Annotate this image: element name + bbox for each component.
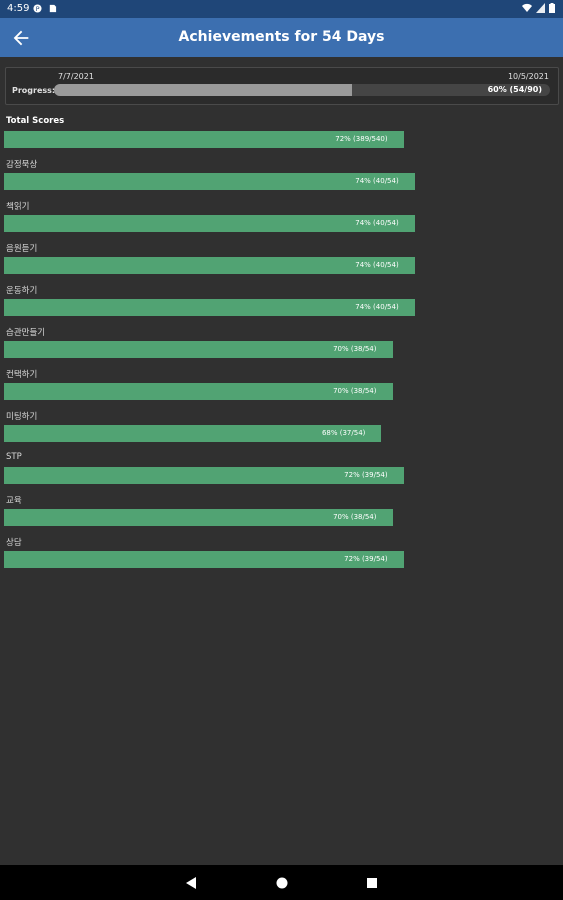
achievement-row: 책읽기 74% (40/54): [4, 200, 559, 242]
achievement-bar: 70% (38/54): [4, 383, 393, 400]
nav-back-icon[interactable]: [184, 876, 198, 890]
achievement-row: 음원듣기 74% (40/54): [4, 242, 559, 284]
achievement-row: 컨택하기 70% (38/54): [4, 368, 559, 410]
start-date: 7/7/2021: [58, 72, 94, 81]
nav-recents-icon[interactable]: [365, 876, 379, 890]
achievement-row: Total Scores 72% (389/540): [4, 116, 559, 158]
signal-icon: [536, 3, 545, 13]
achievement-row: STP 72% (39/54): [4, 452, 559, 494]
achievement-label: Total Scores: [6, 116, 65, 126]
svg-text:P: P: [36, 6, 40, 13]
achievement-label: STP: [6, 452, 22, 462]
achievement-label: 음원듣기: [6, 244, 38, 254]
achievement-value: 74% (40/54): [355, 261, 399, 269]
achievement-value: 74% (40/54): [355, 177, 399, 185]
achievement-value: 70% (38/54): [333, 513, 377, 521]
status-bar: 4:59 P: [0, 0, 563, 18]
achievement-bar: 74% (40/54): [4, 257, 415, 274]
end-date: 10/5/2021: [507, 72, 549, 81]
achievement-label: 상담: [6, 538, 22, 548]
achievement-row: 교육 70% (38/54): [4, 494, 559, 536]
sd-card-icon: [49, 4, 57, 13]
wifi-icon: [522, 3, 532, 13]
achievement-bar: 68% (37/54): [4, 425, 382, 442]
achievement-row: 상담 72% (39/54): [4, 536, 559, 578]
progress-text: 60% (54/90): [487, 85, 542, 94]
achievement-row: 감정묵상 74% (40/54): [4, 158, 559, 200]
achievement-value: 70% (38/54): [333, 387, 377, 395]
achievement-bar: 70% (38/54): [4, 341, 393, 358]
system-nav-bar: [0, 865, 563, 900]
achievement-label: 감정묵상: [6, 160, 38, 170]
achievement-value: 74% (40/54): [355, 219, 399, 227]
app-bar: Achievements for 54 Days: [0, 18, 563, 57]
achievement-label: 교육: [6, 496, 22, 506]
achievement-value: 72% (389/540): [335, 135, 388, 143]
achievement-bar: 70% (38/54): [4, 509, 393, 526]
achievement-row: 운동하기 74% (40/54): [4, 284, 559, 326]
achievement-bar: 74% (40/54): [4, 299, 415, 316]
achievement-label: 책읽기: [6, 202, 30, 212]
progress-label: Progress:: [12, 86, 56, 95]
battery-icon: [549, 3, 555, 13]
progress-track: 60% (54/90): [54, 84, 550, 96]
achievement-value: 70% (38/54): [333, 345, 377, 353]
achievement-value: 72% (39/54): [344, 471, 388, 479]
achievement-label: 미팅하기: [6, 412, 38, 422]
achievement-bar: 72% (389/540): [4, 131, 404, 148]
achievement-bar: 72% (39/54): [4, 467, 404, 484]
page-title: Achievements for 54 Days: [178, 29, 385, 45]
achievement-value: 74% (40/54): [355, 303, 399, 311]
achievement-bar: 74% (40/54): [4, 215, 415, 232]
achievement-bar: 74% (40/54): [4, 173, 415, 190]
progress-fill: [54, 84, 352, 96]
achievement-label: 운동하기: [6, 286, 38, 296]
achievement-value: 72% (39/54): [344, 555, 388, 563]
achievement-bar: 72% (39/54): [4, 551, 404, 568]
app-notification-icon: P: [33, 4, 42, 13]
achievement-label: 습관만들기: [6, 328, 46, 338]
achievement-label: 컨택하기: [6, 370, 38, 380]
nav-home-icon[interactable]: [275, 876, 289, 890]
achievement-row: 습관만들기 70% (38/54): [4, 326, 559, 368]
status-time: 4:59: [7, 3, 30, 14]
achievement-row: 미팅하기 68% (37/54): [4, 410, 559, 452]
overall-progress-card: 7/7/2021 10/5/2021 Progress: 60% (54/90): [5, 67, 559, 105]
achievement-value: 68% (37/54): [321, 429, 366, 437]
achievement-list: Total Scores 72% (389/540) 감정묵상 74% (40/54)…: [4, 116, 559, 578]
